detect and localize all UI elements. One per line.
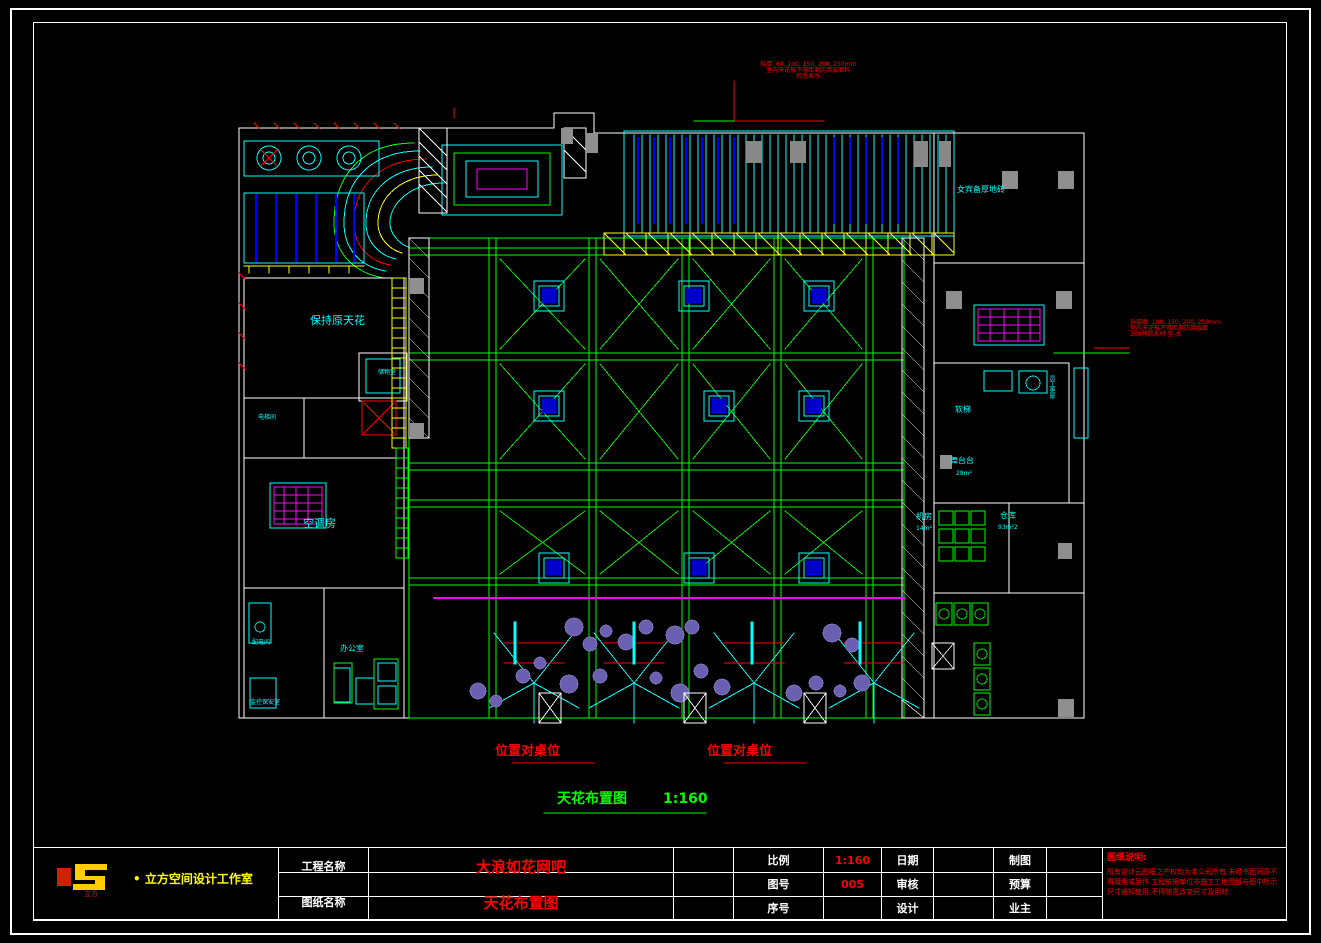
value-serial-no	[824, 896, 881, 920]
label-date: 日期	[896, 854, 919, 867]
left-rooms	[243, 277, 408, 719]
value-owner	[1047, 896, 1102, 920]
label-owner: 业主	[1009, 902, 1031, 915]
annotation-top-note: 拆厚: 60, 100, 150, 200, 250mm 室内天花板不等距离防腐…	[760, 61, 857, 80]
bottom-hall-fixtures	[469, 617, 920, 724]
ceiling-grid-green	[408, 237, 905, 719]
room-label-office: 办公室	[340, 644, 364, 653]
right-gray-blocks	[940, 171, 1074, 717]
room-label-machine-room: 机房	[916, 512, 932, 521]
label-project-name: 工程名称	[301, 860, 346, 873]
drawing-title-scale: 1:160	[663, 791, 708, 807]
room-label-monitor: 监控保安室	[250, 699, 281, 706]
note-position-left: 位置对桌位	[495, 744, 561, 759]
value-drawing-no: 005	[841, 877, 864, 891]
label-draw: 制图	[1009, 854, 1031, 867]
curved-entrance-ceiling	[333, 142, 563, 279]
title-block: 立方 • 立方空间设计工作室 工程名称 图纸名称 大浪如花网吧 天花布置图 比例…	[33, 847, 1287, 921]
room-label-elevator: 电梯间	[258, 414, 277, 421]
room-label-nvbin: 女宾备厚地砖	[957, 185, 1005, 194]
room-label-stage: 舞台台	[950, 456, 974, 465]
label-budget: 预算	[1009, 878, 1031, 891]
annotation-right-note: 拆厚度: 100, 150, 200, 250mm 室内天花板不等距离防腐层面 …	[1130, 319, 1221, 338]
entrance-columns	[418, 127, 587, 214]
striped-ceiling-panel	[603, 130, 955, 256]
value-budget	[1047, 872, 1102, 896]
value-scale: 1:160	[834, 853, 870, 867]
value-check	[934, 872, 993, 896]
room-label-machine-area: 14m²	[916, 525, 932, 532]
drawing-notes: 图纸说明: 所有设计云图纸之产权均为本公司所有,未经书面同意不得擅用或另作.工程…	[1102, 848, 1287, 920]
studio-name: • 立方空间设计工作室	[133, 872, 253, 886]
room-label-stage-area: 28m²	[956, 470, 972, 477]
floor-plan-svg	[238, 80, 1130, 814]
value-draw	[1047, 848, 1102, 872]
room-label-staff-change: 员工更厚	[1048, 375, 1055, 399]
studio-logo: 立方	[57, 864, 107, 898]
label-drawing-name: 图纸名称	[301, 896, 346, 909]
notes-title: 图纸说明:	[1107, 853, 1147, 863]
notes-body: 所有设计云图纸之产权均为本公司所有,未经书面同意不得擅用或另作.工程依据单位非施…	[1107, 868, 1278, 897]
drawing-title: 天花布置图	[557, 791, 627, 807]
building-outline	[238, 112, 1085, 719]
hatched-wall-left	[408, 237, 430, 439]
left-red-marks	[361, 400, 397, 436]
room-label-warehouse-area: 93m²2	[998, 524, 1018, 531]
label-design: 设计	[896, 902, 919, 915]
label-serial-no: 序号	[767, 902, 790, 915]
label-scale: 比例	[767, 854, 790, 867]
ceiling-light-boxes	[533, 280, 835, 584]
room-label-ac-room: 空调房	[303, 517, 336, 530]
floor-plan-canvas	[34, 23, 1286, 833]
room-label-soft-ladder: 软梯	[955, 405, 971, 414]
right-rooms	[933, 132, 1085, 719]
room-label-storage: 储物室	[378, 369, 397, 376]
value-project-name: 大浪如花网吧	[475, 857, 566, 876]
room-label-keep-ceiling: 保持原天花	[310, 314, 365, 327]
note-position-right: 位置对桌位	[707, 744, 773, 759]
hatched-wall-right	[901, 237, 925, 719]
label-drawing-no: 图号	[767, 878, 790, 891]
right-rooms-detail	[931, 304, 1089, 716]
label-check: 审核	[896, 878, 919, 891]
svg-text:立方: 立方	[84, 889, 98, 898]
value-drawing-name: 天花布置图	[483, 893, 559, 912]
value-date	[934, 848, 993, 872]
left-yellow-band	[391, 277, 409, 559]
room-label-power: 配电间	[252, 639, 271, 646]
value-design	[934, 896, 993, 920]
room-label-warehouse: 仓库	[1000, 511, 1016, 520]
cad-drawing-page: 拆厚: 60, 100, 150, 200, 250mm 室内天花板不等距离防腐…	[0, 0, 1321, 943]
